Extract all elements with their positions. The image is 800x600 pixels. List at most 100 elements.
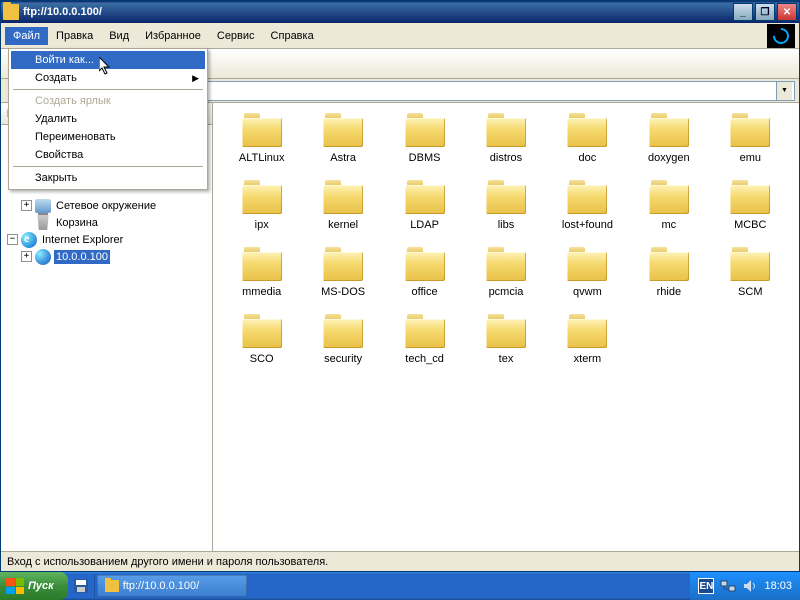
tree-node-recycle[interactable]: Корзина <box>3 214 210 231</box>
folder-item[interactable]: tech_cd <box>384 314 465 365</box>
tree-label: Корзина <box>54 216 100 230</box>
folder-item[interactable]: SCO <box>221 314 302 365</box>
folder-label: SCO <box>250 353 274 365</box>
folder-item[interactable]: DBMS <box>384 113 465 164</box>
minimize-button[interactable]: _ <box>733 3 753 21</box>
folder-icon <box>648 180 690 216</box>
statusbar: Вход с использованием другого имени и па… <box>1 551 799 571</box>
taskbar: Пуск ftp://10.0.0.100/ EN 18:03 <box>0 572 800 600</box>
menu-help[interactable]: Справка <box>263 27 322 45</box>
folder-item[interactable]: MCBC <box>710 180 791 231</box>
folder-item[interactable]: lost+found <box>547 180 628 231</box>
taskbar-task-button[interactable]: ftp://10.0.0.100/ <box>97 575 247 597</box>
folder-item[interactable]: tex <box>465 314 546 365</box>
folder-label: libs <box>498 219 515 231</box>
folder-icon <box>648 113 690 149</box>
titlebar[interactable]: ftp://10.0.0.100/ _ ❐ ✕ <box>1 1 799 23</box>
menu-item-label: Удалить <box>35 113 77 125</box>
menu-rename[interactable]: Переименовать <box>11 128 205 146</box>
menu-properties[interactable]: Свойства <box>11 146 205 164</box>
quick-launch-save-icon[interactable] <box>72 577 90 595</box>
ie-icon <box>21 232 37 248</box>
menu-item-label: Войти как... <box>35 54 94 66</box>
address-dropdown-button[interactable]: ▼ <box>776 82 792 100</box>
collapse-button[interactable]: − <box>7 234 18 245</box>
clock[interactable]: 18:03 <box>764 580 792 592</box>
folder-item[interactable]: security <box>302 314 383 365</box>
folder-icon <box>404 113 446 149</box>
file-menu-dropdown: Войти как... Создать ▶ Создать ярлык Уда… <box>8 48 208 190</box>
menu-file[interactable]: Файл <box>5 27 48 45</box>
folder-label: distros <box>490 152 522 164</box>
start-button[interactable]: Пуск <box>0 572 68 600</box>
close-button[interactable]: ✕ <box>777 3 797 21</box>
menu-separator <box>13 166 203 167</box>
folder-item[interactable]: mc <box>628 180 709 231</box>
folder-item[interactable]: kernel <box>302 180 383 231</box>
folder-item[interactable]: emu <box>710 113 791 164</box>
maximize-button[interactable]: ❐ <box>755 3 775 21</box>
expand-button[interactable]: + <box>21 200 32 211</box>
folder-icon <box>485 180 527 216</box>
recycle-bin-icon <box>35 215 51 231</box>
tree-label: Сетевое окружение <box>54 199 158 213</box>
folder-item[interactable]: pcmcia <box>465 247 546 298</box>
folder-item[interactable]: qvwm <box>547 247 628 298</box>
menu-create-shortcut: Создать ярлык <box>11 92 205 110</box>
folder-icon <box>566 247 608 283</box>
expand-button[interactable]: + <box>21 251 32 262</box>
folder-icon <box>485 113 527 149</box>
folder-item[interactable]: Astra <box>302 113 383 164</box>
language-indicator[interactable]: EN <box>698 578 714 594</box>
folder-item[interactable]: LDAP <box>384 180 465 231</box>
folder-icon <box>322 180 364 216</box>
folder-label: MS-DOS <box>321 286 365 298</box>
folder-item[interactable]: xterm <box>547 314 628 365</box>
quick-launch <box>68 574 95 598</box>
tree-node-network[interactable]: + Сетевое окружение <box>3 197 210 214</box>
menu-item-label: Создать <box>35 72 77 84</box>
folder-icon <box>404 247 446 283</box>
menu-edit[interactable]: Правка <box>48 27 101 45</box>
folder-item[interactable]: ipx <box>221 180 302 231</box>
tree-node-ie[interactable]: − Internet Explorer <box>3 231 210 248</box>
windows-logo-icon <box>6 578 24 594</box>
menu-favorites[interactable]: Избранное <box>137 27 209 45</box>
menu-create[interactable]: Создать ▶ <box>11 69 205 87</box>
folder-icon <box>241 180 283 216</box>
status-text: Вход с использованием другого имени и па… <box>7 556 328 568</box>
window-title: ftp://10.0.0.100/ <box>23 6 733 18</box>
folder-item[interactable]: doxygen <box>628 113 709 164</box>
menu-close[interactable]: Закрыть <box>11 169 205 187</box>
folder-label: kernel <box>328 219 358 231</box>
folder-item[interactable]: distros <box>465 113 546 164</box>
folder-label: MCBC <box>734 219 766 231</box>
folder-item[interactable]: ALTLinux <box>221 113 302 164</box>
folder-item[interactable]: mmedia <box>221 247 302 298</box>
folder-icon <box>729 180 771 216</box>
submenu-arrow-icon: ▶ <box>192 73 199 84</box>
folder-item[interactable]: doc <box>547 113 628 164</box>
network-icon <box>35 198 51 214</box>
folder-item[interactable]: SCM <box>710 247 791 298</box>
folder-item[interactable]: office <box>384 247 465 298</box>
folder-label: xterm <box>574 353 602 365</box>
folder-icon <box>729 247 771 283</box>
folder-icon <box>485 314 527 350</box>
tray-volume-icon[interactable] <box>742 578 758 594</box>
menu-login-as[interactable]: Войти как... <box>11 51 205 69</box>
menu-delete[interactable]: Удалить <box>11 110 205 128</box>
folder-view[interactable]: ALTLinuxAstraDBMS distros docdoxygenemu ipx… <box>213 103 799 551</box>
folder-item[interactable]: libs <box>465 180 546 231</box>
tree-node-ftp[interactable]: + 10.0.0.100 <box>3 248 210 265</box>
menu-tools[interactable]: Сервис <box>209 27 263 45</box>
menu-item-label: Закрыть <box>35 172 77 184</box>
folder-icon <box>729 113 771 149</box>
folder-item[interactable]: MS-DOS <box>302 247 383 298</box>
folder-icon <box>404 180 446 216</box>
globe-icon <box>35 249 51 265</box>
folder-item[interactable]: rhide <box>628 247 709 298</box>
tray-network-icon[interactable] <box>720 578 736 594</box>
menu-view[interactable]: Вид <box>101 27 137 45</box>
folder-label: qvwm <box>573 286 602 298</box>
